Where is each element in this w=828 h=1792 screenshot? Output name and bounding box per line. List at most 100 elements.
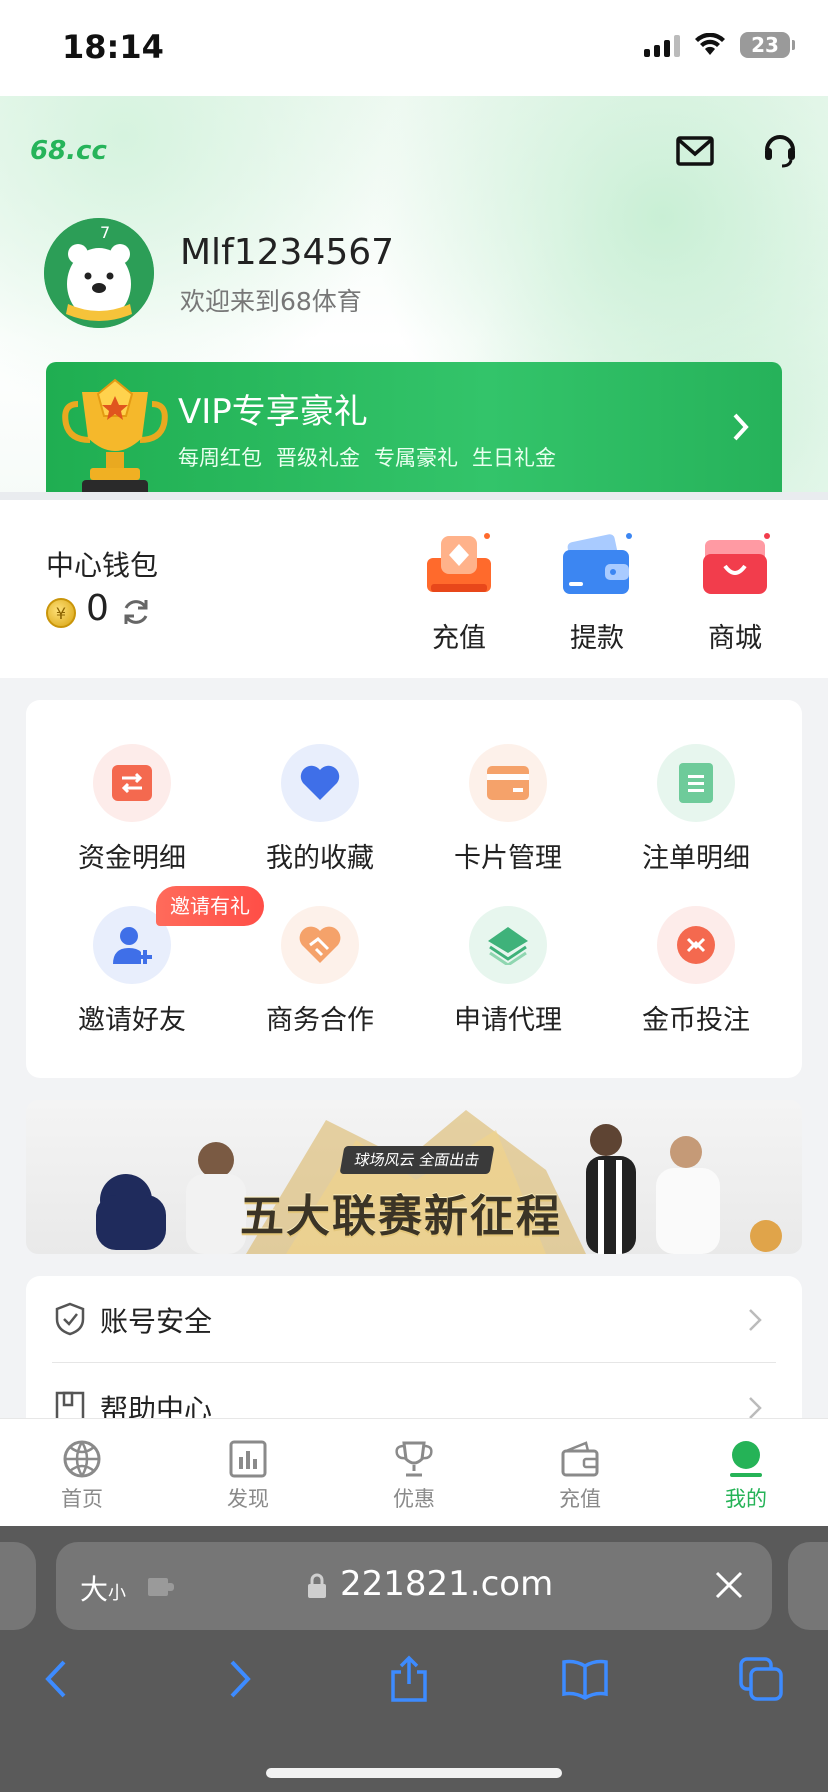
banner-title: 五大联赛新征程 <box>240 1191 562 1242</box>
status-icons: 23 <box>644 32 795 58</box>
battery-icon: 23 <box>740 32 795 58</box>
status-time: 18:14 <box>62 28 164 66</box>
deposit-label: 充值 <box>432 623 486 654</box>
feature-grid: 资金明细 我的收藏 卡片管理 注单明细 邀请好友 商务合作 申请代理 金币投注 … <box>26 700 802 1078</box>
bottom-nav: 首页 发现 优惠 充值 我的 <box>0 1418 828 1526</box>
wallet-icon <box>561 1441 599 1477</box>
grid-item-label: 注单明细 <box>642 843 750 874</box>
wallet-title: 中心钱包 <box>46 549 159 582</box>
shop-icon <box>697 530 773 600</box>
home-indicator[interactable] <box>266 1768 562 1778</box>
nav-item-mine[interactable]: 我的 <box>696 1437 796 1513</box>
forward-icon[interactable] <box>212 1654 262 1704</box>
bear-avatar-icon: 7 <box>44 218 154 328</box>
bookmarks-icon[interactable] <box>560 1654 610 1704</box>
back-icon[interactable] <box>34 1654 84 1704</box>
chevron-right-icon <box>733 413 749 441</box>
status-bar: 18:14 23 <box>0 0 828 96</box>
grid-item-label: 申请代理 <box>454 1005 562 1036</box>
refresh-icon[interactable] <box>120 596 152 628</box>
next-tab-preview[interactable] <box>788 1542 828 1630</box>
nav-item-home[interactable]: 首页 <box>32 1437 132 1513</box>
chevron-right-icon <box>749 1397 762 1419</box>
nav-item-deposit[interactable]: 充值 <box>530 1437 630 1513</box>
grid-item-coin-betting[interactable]: 金币投注 <box>616 906 776 1037</box>
invite-reward-badge: 邀请有礼 <box>156 886 264 926</box>
vip-perk: 生日礼金 <box>472 446 556 470</box>
trophy-icon <box>395 1441 433 1477</box>
deposit-icon <box>421 530 497 600</box>
coin-icon: ¥ <box>46 598 76 628</box>
chart-icon <box>229 1440 267 1478</box>
shield-icon <box>55 1302 85 1336</box>
grid-item-fund-details[interactable]: 资金明细 <box>52 744 212 875</box>
profile-header: 68.cc 7 Mlf1234567 欢迎来到68体育 VIP专享豪礼 每周红包… <box>0 96 828 512</box>
grid-item-favorites[interactable]: 我的收藏 <box>240 744 400 875</box>
nav-label: 我的 <box>725 1487 767 1511</box>
close-icon[interactable] <box>712 1568 746 1602</box>
shop-button[interactable]: 商城 <box>680 530 790 655</box>
coin-bet-icon <box>657 906 735 984</box>
nav-label: 优惠 <box>393 1487 435 1511</box>
address-bar[interactable]: 大小 221821.com <box>56 1542 772 1630</box>
withdraw-label: 提款 <box>570 623 624 654</box>
nav-item-promotions[interactable]: 优惠 <box>364 1437 464 1513</box>
grid-item-business[interactable]: 商务合作 <box>240 906 400 1037</box>
headset-icon[interactable] <box>760 128 800 168</box>
mail-icon[interactable] <box>674 130 716 172</box>
document-icon <box>657 744 735 822</box>
grid-item-label: 我的收藏 <box>266 843 374 874</box>
cellular-signal-icon <box>644 33 680 57</box>
tabs-icon[interactable] <box>736 1654 786 1704</box>
grid-item-label: 商务合作 <box>266 1005 374 1036</box>
handshake-icon <box>281 906 359 984</box>
grid-item-card-management[interactable]: 卡片管理 <box>428 744 588 875</box>
vip-banner[interactable]: VIP专享豪礼 每周红包 晋级礼金 专属豪礼 生日礼金 <box>46 362 782 502</box>
text-size-large: 大 <box>80 1573 109 1606</box>
url-text: 221821.com <box>340 1564 554 1604</box>
profile-icon <box>730 1441 762 1477</box>
banner-subtitle: 球场风云 全面出击 <box>339 1146 495 1174</box>
grid-item-label: 卡片管理 <box>454 843 562 874</box>
vip-perk: 晋级礼金 <box>276 446 360 470</box>
text-size-button[interactable]: 大小 <box>80 1568 126 1608</box>
vip-perks: 每周红包 晋级礼金 专属豪礼 生日礼金 <box>178 442 556 472</box>
divider <box>52 1362 776 1363</box>
wallet-section: 中心钱包 ¥ 0 充值 提款 商城 <box>0 500 828 678</box>
grid-item-label: 邀请好友 <box>78 1005 186 1036</box>
withdraw-icon <box>559 530 635 600</box>
username: Mlf1234567 <box>180 232 395 273</box>
wallet-balance: 0 <box>86 588 109 629</box>
trophy-icon <box>62 378 168 502</box>
grid-item-bet-details[interactable]: 注单明细 <box>616 744 776 875</box>
nav-label: 发现 <box>227 1487 269 1511</box>
text-size-small: 小 <box>108 1583 127 1604</box>
vip-title: VIP专享豪礼 <box>178 392 368 432</box>
grid-item-label: 资金明细 <box>78 843 186 874</box>
browser-chrome: 大小 221821.com <box>0 1526 828 1792</box>
setting-account-security[interactable]: 账号安全 <box>26 1276 802 1364</box>
ball-icon <box>63 1440 101 1478</box>
nav-item-discover[interactable]: 发现 <box>198 1437 298 1513</box>
chevron-right-icon <box>749 1309 762 1331</box>
welcome-text: 欢迎来到68体育 <box>180 287 362 316</box>
layers-icon <box>469 906 547 984</box>
nav-label: 首页 <box>61 1487 103 1511</box>
transfer-icon <box>93 744 171 822</box>
wifi-icon <box>695 33 725 55</box>
vip-perk: 专属豪礼 <box>374 446 458 470</box>
vip-perk: 每周红包 <box>178 446 262 470</box>
share-icon[interactable] <box>384 1654 434 1704</box>
promo-banner[interactable]: 球场风云 全面出击 五大联赛新征程 <box>26 1100 802 1254</box>
grid-item-apply-agent[interactable]: 申请代理 <box>428 906 588 1037</box>
previous-tab-preview[interactable] <box>0 1542 36 1630</box>
shop-label: 商城 <box>708 623 762 654</box>
nav-label: 充值 <box>559 1487 601 1511</box>
lock-icon <box>308 1573 326 1598</box>
withdraw-button[interactable]: 提款 <box>542 530 652 655</box>
brand-logo[interactable]: 68.cc <box>30 136 107 166</box>
avatar[interactable]: 7 <box>44 218 154 328</box>
heart-icon <box>281 744 359 822</box>
deposit-button[interactable]: 充值 <box>404 530 514 655</box>
extension-icon[interactable] <box>146 1572 176 1600</box>
